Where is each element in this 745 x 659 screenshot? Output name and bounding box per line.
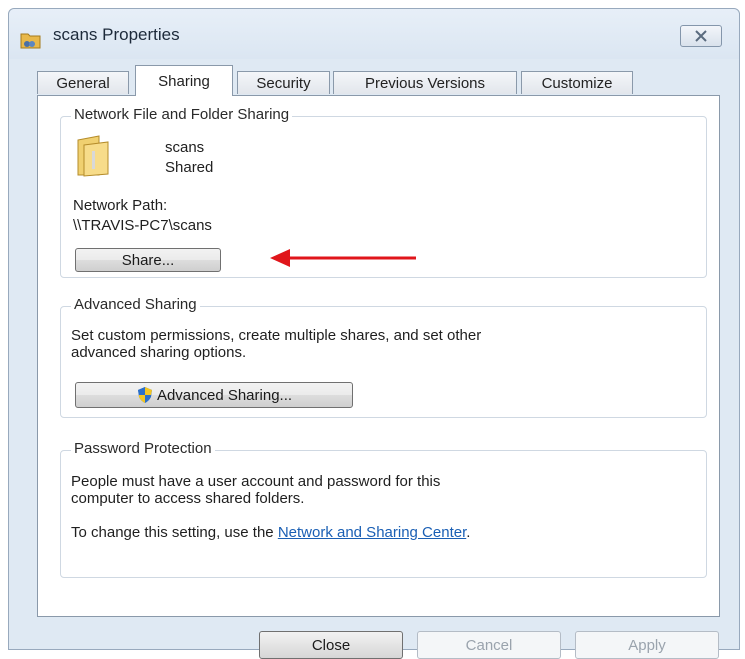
- tab-security[interactable]: Security: [237, 71, 330, 94]
- apply-button[interactable]: Apply: [575, 631, 719, 659]
- folder-icon: [77, 135, 109, 177]
- password-protection-line-1: People must have a user account and pass…: [71, 473, 441, 490]
- tab-general[interactable]: General: [37, 71, 129, 94]
- tab-previous-versions[interactable]: Previous Versions: [333, 71, 517, 94]
- window-title: scans Properties: [53, 25, 180, 44]
- network-path-label: Network Path:: [73, 197, 168, 214]
- close-window-button[interactable]: [680, 25, 722, 47]
- advanced-sharing-title: Advanced Sharing: [71, 296, 200, 313]
- change-setting-prefix: To change this setting, use the: [71, 524, 278, 541]
- password-protection-title: Password Protection: [71, 440, 215, 457]
- title-bar: scans Properties: [9, 9, 739, 59]
- tab-sharing[interactable]: Sharing: [135, 65, 233, 96]
- sharing-panel: Network File and Folder Sharing scans Sh…: [37, 95, 720, 617]
- properties-window: scans Properties General Sharing Securit…: [8, 8, 740, 659]
- advanced-sharing-button[interactable]: Advanced Sharing...: [75, 382, 353, 408]
- password-protection-line-2: computer to access shared folders.: [71, 490, 305, 507]
- folder-status: Shared: [165, 159, 214, 176]
- annotation-arrow-icon: [270, 249, 416, 267]
- shared-folder-icon: [20, 33, 41, 49]
- advanced-sharing-description-2: advanced sharing options.: [71, 344, 247, 361]
- close-icon: [695, 30, 707, 42]
- cancel-button[interactable]: Cancel: [417, 631, 561, 659]
- close-button[interactable]: Close: [259, 631, 403, 659]
- advanced-sharing-button-label: Advanced Sharing...: [156, 386, 293, 404]
- network-sharing-center-link[interactable]: Network and Sharing Center: [278, 524, 466, 541]
- folder-name: scans: [165, 139, 205, 156]
- password-protection-group: Password Protection People must have a u…: [60, 440, 707, 578]
- advanced-sharing-group: Advanced Sharing Set custom permissions,…: [60, 296, 707, 418]
- tab-customize[interactable]: Customize: [521, 71, 633, 94]
- uac-shield-icon: [137, 387, 152, 403]
- change-setting-suffix: .: [466, 524, 471, 541]
- share-button[interactable]: Share...: [75, 248, 221, 272]
- network-sharing-title: Network File and Folder Sharing: [71, 106, 293, 123]
- advanced-sharing-description-1: Set custom permissions, create multiple …: [71, 327, 482, 344]
- change-setting-text: To change this setting, use the Network …: [71, 524, 470, 541]
- network-path-value: \\TRAVIS-PC7\scans: [73, 217, 212, 234]
